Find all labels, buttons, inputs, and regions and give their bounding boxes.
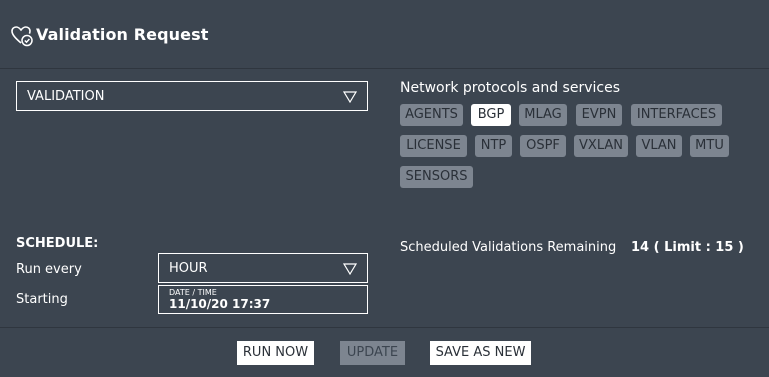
starting-label: Starting: [16, 292, 68, 307]
start-datetime-field[interactable]: DATE / TIME 11/10/20 17:37: [158, 285, 368, 314]
run-every-label: Run every: [16, 262, 82, 277]
run-every-value: HOUR: [169, 261, 208, 276]
protocols-label: Network protocols and services: [400, 80, 620, 96]
validation-type-select[interactable]: VALIDATION: [16, 81, 368, 111]
chip-ospf[interactable]: OSPF: [520, 135, 566, 157]
triangle-down-icon: [343, 263, 357, 275]
chip-mtu[interactable]: MTU: [690, 135, 729, 157]
datetime-caption: DATE / TIME: [169, 288, 217, 297]
chip-sensors[interactable]: SENSORS: [400, 166, 473, 188]
update-button[interactable]: UPDATE: [340, 341, 405, 365]
heart-check-icon: [11, 26, 33, 47]
page-title: Validation Request: [36, 25, 209, 44]
triangle-down-icon: [343, 91, 357, 103]
footer-divider: [0, 327, 769, 328]
chip-bgp[interactable]: BGP: [471, 104, 511, 126]
chip-agents[interactable]: AGENTS: [400, 104, 463, 126]
remaining-value: 14 ( Limit : 15 ): [631, 240, 744, 255]
save-as-new-button[interactable]: SAVE AS NEW: [430, 341, 531, 365]
remaining-label: Scheduled Validations Remaining: [400, 240, 617, 255]
chip-vxlan[interactable]: VXLAN: [574, 135, 628, 157]
header: Validation Request: [0, 0, 769, 69]
chip-interfaces[interactable]: INTERFACES: [631, 104, 722, 126]
validation-type-value: VALIDATION: [27, 89, 105, 104]
chip-license[interactable]: LICENSE: [400, 135, 467, 157]
chip-mlag[interactable]: MLAG: [519, 104, 567, 126]
schedule-heading: SCHEDULE:: [16, 236, 99, 251]
chip-evpn[interactable]: EVPN: [576, 104, 622, 126]
run-every-select[interactable]: HOUR: [158, 253, 368, 283]
datetime-value: 11/10/20 17:37: [169, 297, 271, 311]
chip-vlan[interactable]: VLAN: [636, 135, 682, 157]
chip-ntp[interactable]: NTP: [475, 135, 512, 157]
run-now-button[interactable]: RUN NOW: [237, 341, 314, 365]
